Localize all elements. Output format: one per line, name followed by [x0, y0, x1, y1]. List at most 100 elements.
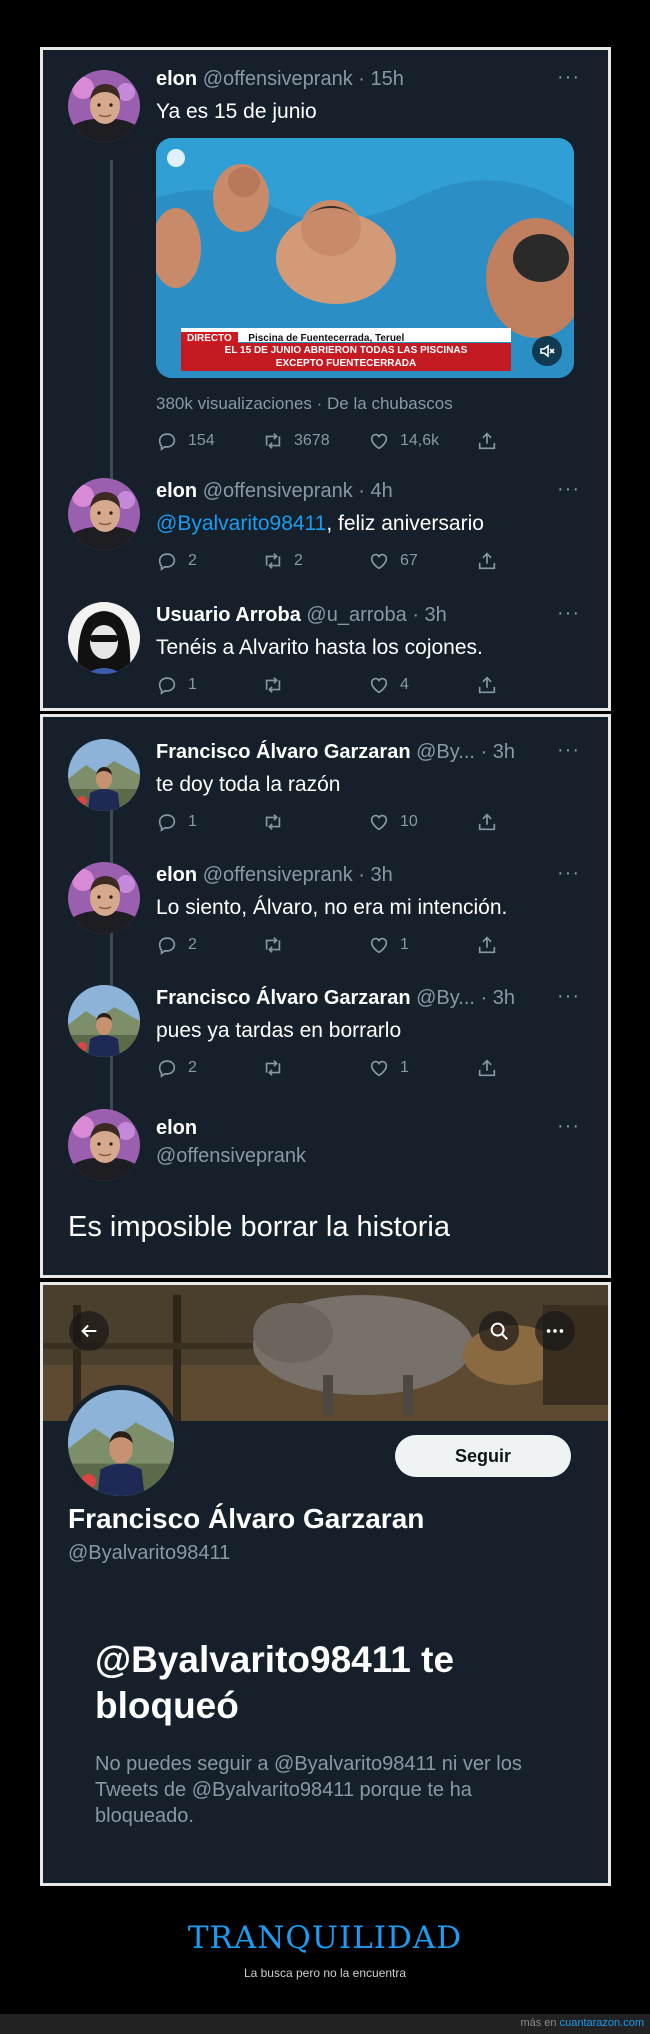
reply-button[interactable]: 1 [156, 809, 197, 835]
elon-avatar-image [68, 862, 140, 934]
profile-panel: Seguir Francisco Álvaro Garzaran @Byalva… [40, 1282, 611, 1886]
author-handle: @By... · 3h [416, 741, 515, 763]
share-button[interactable] [476, 932, 498, 958]
reply-icon [156, 550, 178, 572]
tweet-header: Francisco Álvaro Garzaran @By... · 3h [156, 741, 515, 764]
reply-button[interactable]: 2 [156, 932, 197, 958]
share-button[interactable] [476, 672, 498, 698]
tweet-text: @Byalvarito98411, feliz aniversario [156, 512, 484, 536]
profile-avatar[interactable] [63, 1385, 179, 1501]
mute-icon[interactable] [532, 336, 562, 366]
like-button[interactable]: 1 [368, 932, 409, 958]
avatar[interactable] [68, 1109, 140, 1181]
author-handle: @offensiveprank · 4h [202, 480, 393, 502]
like-count: 4 [400, 676, 409, 693]
more-options-icon[interactable]: ··· [557, 985, 580, 1008]
share-icon [476, 674, 498, 696]
like-button[interactable]: 14,6k [368, 428, 439, 454]
retweet-button[interactable] [262, 932, 294, 958]
share-button[interactable] [476, 1055, 498, 1081]
share-icon [476, 811, 498, 833]
search-button[interactable] [479, 1311, 519, 1351]
retweet-button[interactable]: 3678 [262, 428, 330, 454]
tweet[interactable]: Usuario Arroba @u_arroba · 3h ··· Tenéis… [43, 602, 608, 711]
follow-button[interactable]: Seguir [395, 1435, 571, 1477]
like-count: 1 [400, 936, 409, 953]
tweet-text: pues ya tardas en borrarlo [156, 1019, 402, 1042]
more-options-icon[interactable]: ··· [557, 478, 580, 501]
reply-icon [156, 934, 178, 956]
reply-button[interactable]: 2 [156, 548, 197, 574]
back-arrow-icon [81, 1324, 97, 1338]
reply-count: 1 [188, 813, 197, 830]
author-name[interactable]: Usuario Arroba [156, 604, 301, 626]
tweet-actions: 2 1 [156, 1055, 526, 1081]
avatar[interactable] [68, 985, 140, 1057]
retweet-button[interactable] [262, 809, 294, 835]
reply-button[interactable]: 2 [156, 1055, 197, 1081]
share-button[interactable] [476, 809, 498, 835]
tweet-actions: 1 4 [156, 672, 526, 698]
tweet-actions: 2 2 67 [156, 548, 526, 574]
reply-count: 2 [188, 552, 197, 569]
credit-site-link[interactable]: cuantarazon.com [560, 2017, 644, 2029]
retweet-button[interactable] [262, 672, 294, 698]
meme-title: TRANQUILIDAD [187, 1920, 463, 1956]
site-credit[interactable]: más en cuantarazon.com [520, 2017, 644, 2029]
video-media[interactable]: DIRECTO Piscina de Fuentecerrada, Teruel… [156, 138, 574, 378]
like-button[interactable]: 1 [368, 1055, 409, 1081]
credit-bar: más en cuantarazon.com [0, 2014, 650, 2034]
share-button[interactable] [476, 548, 498, 574]
share-button[interactable] [476, 428, 498, 454]
tweet-header: elon @offensiveprank · 15h [156, 68, 404, 91]
retweet-button[interactable] [262, 1055, 294, 1081]
heart-icon [368, 550, 390, 572]
author-name[interactable]: elon [156, 480, 197, 502]
avatar[interactable] [68, 602, 140, 674]
heart-icon [368, 1057, 390, 1079]
search-icon [490, 1322, 508, 1340]
credit-prefix: más en [520, 2017, 557, 2029]
more-options-icon[interactable]: ··· [557, 1115, 580, 1138]
tweet[interactable]: elon @offensiveprank · 3h ··· Lo siento,… [43, 862, 608, 972]
like-count: 10 [400, 813, 418, 830]
focused-tweet[interactable]: elon @offensiveprank ··· Es imposible bo… [43, 1109, 608, 1275]
more-options-icon[interactable]: ··· [557, 862, 580, 885]
avatar[interactable] [68, 862, 140, 934]
tweet[interactable]: Francisco Álvaro Garzaran @By... · 3h ··… [43, 739, 608, 849]
mention-link[interactable]: @Byalvarito98411 [156, 512, 326, 535]
like-button[interactable]: 67 [368, 548, 418, 574]
profile-handle: @Byalvarito98411 [68, 1542, 231, 1564]
tweet-text: Tenéis a Alvarito hasta los cojones. [156, 636, 483, 659]
reply-button[interactable]: 1 [156, 672, 197, 698]
retweet-icon [262, 674, 284, 696]
more-button[interactable] [535, 1311, 575, 1351]
tweet[interactable]: elon @offensiveprank · 15h ··· Ya es 15 … [43, 50, 608, 350]
share-icon [476, 430, 498, 452]
heart-icon [368, 934, 390, 956]
more-options-icon[interactable]: ··· [557, 66, 580, 89]
location-strip: DIRECTO Piscina de Fuentecerrada, Teruel [181, 328, 511, 346]
author-handle: @offensiveprank [156, 1145, 307, 1167]
tweet-text: Es imposible borrar la historia [68, 1211, 450, 1243]
back-button[interactable] [69, 1311, 109, 1351]
reply-icon [156, 1057, 178, 1079]
avatar[interactable] [68, 70, 140, 142]
retweet-button[interactable]: 2 [262, 548, 303, 574]
author-name[interactable]: Francisco Álvaro Garzaran [156, 741, 411, 763]
tweet[interactable]: elon @offensiveprank · 4h ··· @Byalvarit… [43, 478, 608, 598]
author-name[interactable]: elon [156, 864, 197, 886]
more-options-icon[interactable]: ··· [557, 739, 580, 762]
author-name[interactable]: elon [156, 68, 197, 90]
avatar[interactable] [68, 739, 140, 811]
author-name[interactable]: elon [156, 1117, 197, 1140]
reply-button[interactable]: 154 [156, 428, 215, 454]
tweet-header: elon @offensiveprank · 4h [156, 480, 393, 503]
author-name[interactable]: Francisco Álvaro Garzaran [156, 987, 411, 1009]
tweet[interactable]: Francisco Álvaro Garzaran @By... · 3h ··… [43, 985, 608, 1095]
avatar[interactable] [68, 478, 140, 550]
like-button[interactable]: 10 [368, 809, 418, 835]
more-options-icon[interactable]: ··· [557, 602, 580, 625]
reply-count: 2 [188, 1059, 197, 1076]
like-button[interactable]: 4 [368, 672, 409, 698]
